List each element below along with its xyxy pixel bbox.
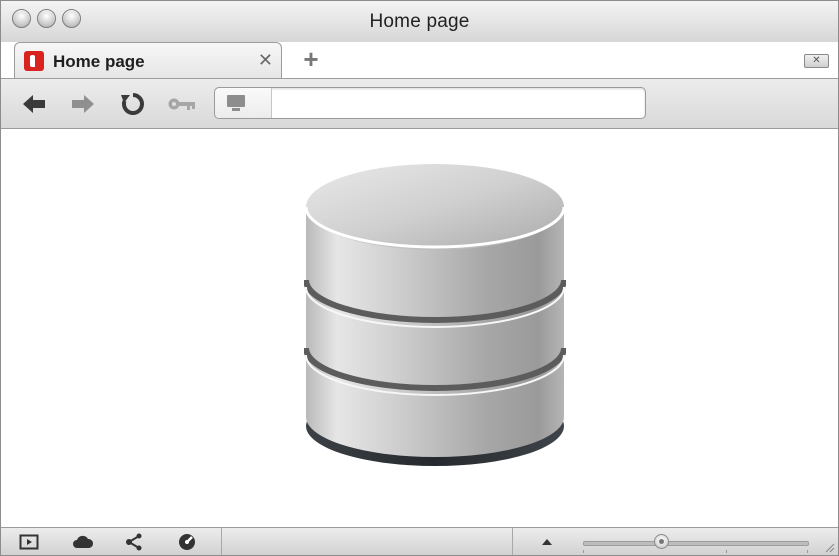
sync-button[interactable] <box>72 533 94 551</box>
zoom-slider-knob[interactable] <box>653 534 669 549</box>
browser-window: Home page Home page ✕ + ✕ <box>0 0 839 556</box>
navigation-toolbar <box>1 78 838 129</box>
forward-button[interactable] <box>70 91 96 117</box>
key-button[interactable] <box>167 91 195 117</box>
site-info-button[interactable] <box>215 88 272 118</box>
tab-close-button[interactable]: ✕ <box>258 50 273 71</box>
new-tab-button[interactable]: + <box>300 46 322 72</box>
share-icon <box>126 533 142 551</box>
zoom-slider-track[interactable] <box>583 541 809 546</box>
back-icon <box>23 95 45 113</box>
cloud-icon <box>73 535 94 548</box>
page-content <box>1 129 838 527</box>
status-bar <box>1 527 838 555</box>
tab-home-page[interactable]: Home page ✕ <box>14 42 282 78</box>
database-icon <box>304 164 566 466</box>
title-bar[interactable]: Home page <box>1 1 838 42</box>
status-menu-button[interactable] <box>540 535 560 553</box>
speed-dial-button[interactable] <box>177 533 197 551</box>
back-button[interactable] <box>21 91 47 117</box>
app-logo-icon <box>24 51 44 71</box>
window-title: Home page <box>369 11 470 32</box>
share-button[interactable] <box>124 533 144 551</box>
panel-toggle-button[interactable] <box>19 533 39 551</box>
address-bar[interactable] <box>214 87 655 119</box>
monitor-icon <box>227 95 245 107</box>
panel-toggle-icon <box>19 534 39 550</box>
tab-overview-button[interactable]: ✕ <box>804 54 829 68</box>
reload-icon <box>121 93 144 115</box>
tab-label: Home page <box>53 52 145 71</box>
key-icon <box>168 98 195 110</box>
forward-icon <box>72 95 94 113</box>
resize-grip-icon[interactable] <box>823 541 835 553</box>
speed-dial-icon <box>179 534 195 550</box>
reload-button[interactable] <box>120 91 146 117</box>
triangle-up-icon <box>542 539 552 545</box>
address-input[interactable] <box>273 88 655 118</box>
